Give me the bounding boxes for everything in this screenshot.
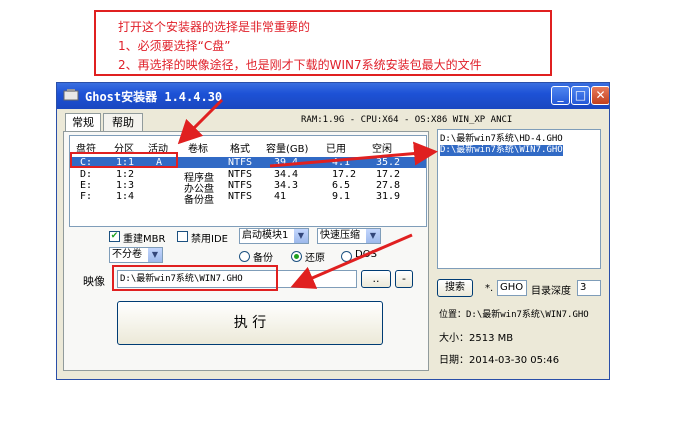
- arrow-to-file-list: [269, 141, 438, 168]
- arrow-to-c-drive: [177, 98, 224, 145]
- arrow-to-image-path: [290, 233, 413, 289]
- annotation-arrows: [177, 98, 438, 289]
